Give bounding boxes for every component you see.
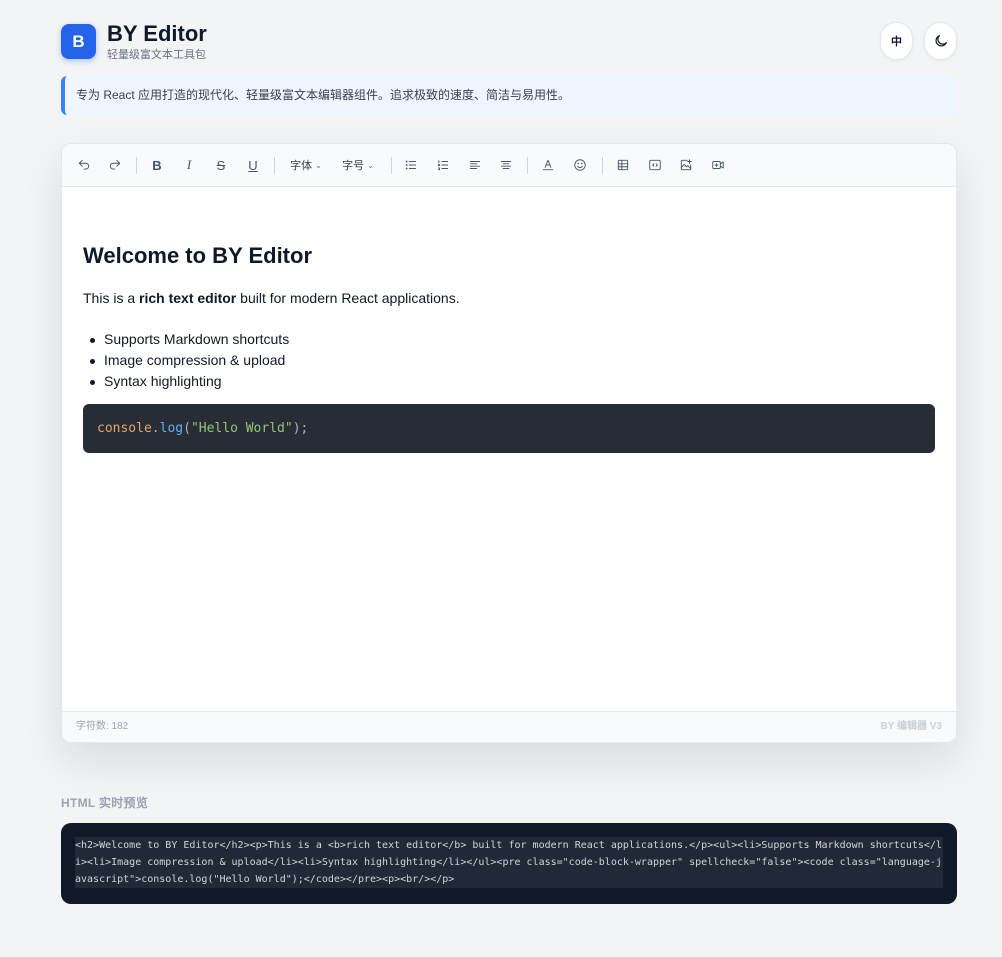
bullet-list-button[interactable] — [401, 155, 421, 175]
toolbar-divider — [136, 157, 137, 174]
paragraph-text: built for modern React applications. — [236, 290, 460, 306]
emoji-button[interactable] — [570, 155, 590, 175]
toolbar-divider — [274, 157, 275, 174]
insert-code-block-button[interactable] — [645, 155, 665, 175]
toolbar-divider — [602, 157, 603, 174]
font-family-label: 字体 — [290, 160, 313, 172]
redo-button[interactable] — [105, 155, 125, 175]
list-item: Image compression & upload — [89, 350, 289, 371]
brand-title: BY Editor — [107, 21, 207, 46]
editor-content-area[interactable]: Welcome to BY Editor This is a rich text… — [62, 188, 956, 712]
code-token: console — [97, 421, 152, 436]
editor-footer: 字符数: 182 BY 编辑器 V3 — [62, 711, 956, 742]
html-preview-code: <h2>Welcome to BY Editor</h2><p>This is … — [75, 837, 943, 888]
bold-button[interactable]: B — [147, 155, 167, 175]
align-left-icon — [469, 161, 481, 169]
paragraph-bold-text: rich text editor — [139, 290, 237, 306]
moon-icon — [935, 35, 947, 47]
strikethrough-button[interactable]: S — [211, 155, 231, 175]
list-item: Supports Markdown shortcuts — [89, 329, 289, 350]
code-block-icon — [649, 159, 661, 171]
paragraph-text: This is a — [83, 290, 140, 306]
bullet-list-icon — [405, 160, 417, 170]
align-center-icon — [500, 161, 512, 169]
theme-toggle-button[interactable] — [924, 22, 957, 60]
font-size-label: 字号 — [342, 160, 365, 172]
underline-button[interactable]: U — [243, 155, 263, 175]
editor-card: B I S U 字体 ⌄ 字号 ⌄ Welcome to BY Editor T… — [61, 143, 957, 743]
undo-icon — [78, 159, 90, 170]
code-token: "Hello World" — [190, 421, 293, 436]
toolbar-divider — [391, 157, 392, 174]
code-block: console.log("Hello World"); — [83, 404, 935, 453]
insert-image-button[interactable] — [676, 155, 696, 175]
insert-table-button[interactable] — [613, 155, 633, 175]
image-icon — [680, 159, 692, 171]
list-item: Syntax highlighting — [89, 371, 289, 392]
text-color-icon — [542, 159, 554, 171]
character-count: 字符数: 182 — [76, 721, 129, 732]
redo-icon — [109, 159, 121, 170]
italic-button[interactable]: I — [179, 155, 199, 175]
font-size-dropdown[interactable]: 字号 ⌄ — [339, 155, 377, 175]
insert-video-button[interactable] — [708, 155, 728, 175]
header: B BY Editor 轻量级富文本工具包 中 — [61, 22, 957, 62]
language-toggle-button[interactable]: 中 — [880, 22, 913, 60]
code-token: . — [151, 421, 160, 436]
code-token: log — [159, 421, 184, 436]
document-heading: Welcome to BY Editor — [83, 243, 313, 268]
editor-toolbar: B I S U 字体 ⌄ 字号 ⌄ — [62, 144, 956, 187]
chevron-down-icon: ⌄ — [367, 160, 374, 170]
code-token: ( — [183, 421, 191, 436]
numbered-list-button[interactable] — [433, 155, 453, 175]
text-color-button[interactable] — [538, 155, 558, 175]
font-family-dropdown[interactable]: 字体 ⌄ — [287, 155, 325, 175]
code-token: ); — [292, 421, 309, 436]
emoji-icon — [574, 159, 586, 171]
intro-banner: 专为 React 应用打造的现代化、轻量级富文本编辑器组件。追求极致的速度、简洁… — [61, 76, 957, 115]
align-left-button[interactable] — [465, 155, 485, 175]
document-bullet-list: Supports Markdown shortcuts Image compre… — [89, 329, 289, 392]
html-preview-panel: <h2>Welcome to BY Editor</h2><p>This is … — [61, 823, 957, 904]
numbered-list-icon — [437, 160, 449, 171]
version-label: BY 编辑器 V3 — [880, 721, 943, 732]
undo-button[interactable] — [74, 155, 94, 175]
toolbar-divider — [527, 157, 528, 174]
align-center-button[interactable] — [496, 155, 516, 175]
document-paragraph: This is a rich text editor built for mod… — [83, 290, 460, 306]
video-icon — [712, 161, 724, 169]
html-preview-label: HTML 实时预览 — [61, 796, 149, 810]
brand-subtitle: 轻量级富文本工具包 — [107, 49, 206, 61]
chevron-down-icon: ⌄ — [315, 160, 322, 170]
table-icon — [617, 159, 629, 171]
logo: B — [61, 24, 96, 59]
